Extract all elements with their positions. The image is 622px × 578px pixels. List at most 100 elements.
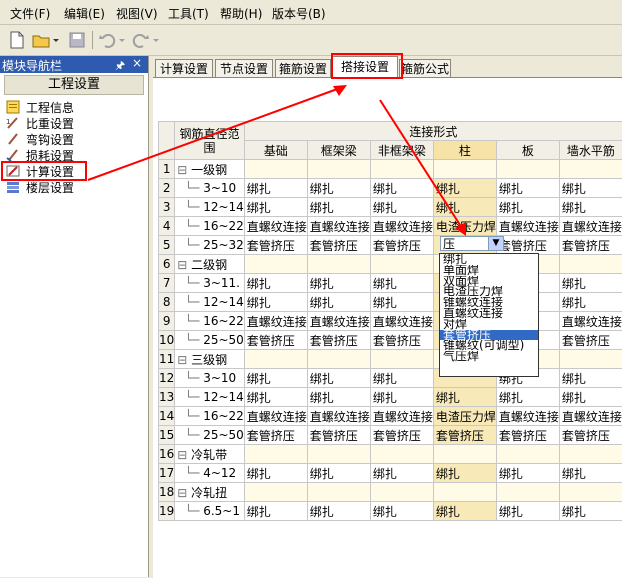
connection-cell[interactable] bbox=[244, 160, 307, 179]
connection-cell[interactable]: 直螺纹连接 bbox=[559, 407, 622, 426]
connection-cell[interactable]: 直螺纹连接 bbox=[370, 407, 433, 426]
nav-section-title[interactable]: 工程设置 bbox=[4, 75, 144, 95]
nav-item-calc-settings[interactable]: 计算设置 bbox=[6, 163, 146, 179]
connection-cell[interactable] bbox=[496, 160, 559, 179]
connection-cell[interactable]: 套管挤压 bbox=[370, 236, 433, 255]
connection-cell[interactable] bbox=[559, 350, 622, 369]
dropdown-option[interactable]: 对焊 bbox=[440, 319, 538, 330]
collapse-icon[interactable]: ⊟ bbox=[177, 353, 191, 367]
nav-item-loss[interactable]: 损耗设置 bbox=[6, 147, 146, 163]
connection-cell[interactable]: 套管挤压 bbox=[559, 236, 622, 255]
redo-icon[interactable] bbox=[132, 31, 150, 49]
open-folder-icon[interactable] bbox=[32, 31, 50, 49]
connection-cell[interactable]: 套管挤压 bbox=[307, 331, 370, 350]
connection-cell[interactable]: 绑扎 bbox=[559, 464, 622, 483]
connection-cell[interactable]: 绑扎 bbox=[307, 179, 370, 198]
connection-cell[interactable] bbox=[559, 483, 622, 502]
tab-node-settings[interactable]: 节点设置 bbox=[215, 59, 273, 77]
menu-version[interactable]: 版本号(B) bbox=[272, 5, 326, 22]
connection-cell[interactable]: 绑扎 bbox=[559, 293, 622, 312]
connection-cell[interactable]: 绑扎 bbox=[559, 274, 622, 293]
diameter-range-cell[interactable]: └─ 16~22 bbox=[175, 217, 245, 236]
connection-cell[interactable]: 直螺纹连接 bbox=[559, 217, 622, 236]
connection-cell[interactable] bbox=[244, 445, 307, 464]
connection-cell[interactable] bbox=[244, 350, 307, 369]
dropdown-option[interactable]: 绑扎 bbox=[440, 254, 538, 265]
connection-cell[interactable]: 绑扎 bbox=[559, 502, 622, 521]
connection-cell[interactable]: 直螺纹连接 bbox=[559, 312, 622, 331]
connection-cell[interactable]: 套管挤压 bbox=[496, 236, 559, 255]
diameter-range-cell[interactable]: └─ 3~10 bbox=[175, 369, 245, 388]
menu-help[interactable]: 帮助(H) bbox=[220, 5, 262, 22]
connection-cell[interactable]: 绑扎 bbox=[307, 388, 370, 407]
connection-cell[interactable]: 套管挤压 bbox=[307, 426, 370, 445]
connection-cell[interactable]: 绑扎 bbox=[433, 502, 496, 521]
chevron-down-icon[interactable] bbox=[118, 31, 126, 49]
tab-stirrup-formula[interactable]: 箍筋公式 bbox=[399, 59, 451, 77]
connection-cell[interactable] bbox=[433, 160, 496, 179]
connection-cell[interactable]: 绑扎 bbox=[244, 369, 307, 388]
connection-cell[interactable]: 绑扎 bbox=[496, 464, 559, 483]
diameter-range-cell[interactable]: └─ 3~10 bbox=[175, 179, 245, 198]
connection-cell[interactable]: 绑扎 bbox=[244, 274, 307, 293]
connection-cell[interactable] bbox=[559, 160, 622, 179]
dropdown-option[interactable]: 直螺纹连接 bbox=[440, 308, 538, 319]
diameter-range-cell[interactable]: └─ 4~12 bbox=[175, 464, 245, 483]
connection-cell[interactable]: 绑扎 bbox=[370, 179, 433, 198]
connection-cell[interactable] bbox=[370, 160, 433, 179]
connection-cell[interactable]: 绑扎 bbox=[307, 369, 370, 388]
connection-cell[interactable]: 绑扎 bbox=[307, 502, 370, 521]
diameter-range-cell[interactable]: └─ 12~14 bbox=[175, 388, 245, 407]
dropdown-option[interactable]: 双面焊 bbox=[440, 276, 538, 287]
collapse-icon[interactable]: ⊟ bbox=[177, 448, 191, 462]
connection-cell[interactable]: 直螺纹连接 bbox=[307, 312, 370, 331]
chevron-down-icon[interactable] bbox=[52, 31, 60, 49]
collapse-icon[interactable]: ⊟ bbox=[177, 163, 191, 177]
connection-cell[interactable]: 绑扎 bbox=[370, 502, 433, 521]
connection-cell[interactable] bbox=[307, 255, 370, 274]
connection-cell[interactable] bbox=[370, 445, 433, 464]
connection-cell[interactable] bbox=[307, 160, 370, 179]
connection-cell[interactable] bbox=[307, 483, 370, 502]
connection-cell[interactable]: 绑扎 bbox=[559, 369, 622, 388]
connection-cell[interactable] bbox=[370, 483, 433, 502]
connection-cell[interactable] bbox=[496, 445, 559, 464]
connection-cell[interactable]: 电渣压力焊 bbox=[433, 217, 496, 236]
dropdown-option[interactable]: 电渣压力焊 bbox=[440, 286, 538, 297]
connection-cell[interactable]: 直螺纹连接 bbox=[244, 217, 307, 236]
connection-cell[interactable]: 套管挤压 bbox=[244, 426, 307, 445]
connection-cell[interactable]: 绑扎 bbox=[307, 198, 370, 217]
connection-cell[interactable]: 直螺纹连接 bbox=[244, 312, 307, 331]
connection-cell[interactable]: 套管挤压 bbox=[433, 426, 496, 445]
tab-stirrup-settings[interactable]: 箍筋设置 bbox=[275, 59, 331, 77]
diameter-range-cell[interactable]: └─ 25~32 bbox=[175, 236, 245, 255]
undo-icon[interactable] bbox=[98, 31, 116, 49]
connection-cell[interactable]: 直螺纹连接 bbox=[370, 312, 433, 331]
nav-item-weight[interactable]: 1 比重设置 bbox=[6, 115, 146, 131]
menu-edit[interactable]: 编辑(E) bbox=[64, 5, 105, 22]
connection-cell[interactable]: 绑扎 bbox=[433, 388, 496, 407]
connection-cell[interactable]: 绑扎 bbox=[370, 369, 433, 388]
connection-cell[interactable] bbox=[244, 483, 307, 502]
nav-item-floor[interactable]: 楼层设置 bbox=[6, 179, 146, 195]
save-icon[interactable] bbox=[68, 31, 86, 49]
connection-cell[interactable]: 绑扎 bbox=[370, 293, 433, 312]
diameter-range-cell[interactable]: └─ 12~14 bbox=[175, 198, 245, 217]
connection-cell[interactable]: 绑扎 bbox=[370, 388, 433, 407]
connection-cell[interactable]: 绑扎 bbox=[433, 179, 496, 198]
tab-lap-settings[interactable]: 搭接设置 bbox=[332, 56, 398, 78]
connection-cell[interactable]: 绑扎 bbox=[307, 293, 370, 312]
dropdown-option[interactable]: 气压焊 bbox=[440, 351, 538, 362]
connection-cell[interactable] bbox=[370, 350, 433, 369]
connection-cell[interactable] bbox=[244, 255, 307, 274]
diameter-range-cell[interactable]: └─ 6.5~1 bbox=[175, 502, 245, 521]
collapse-icon[interactable]: ⊟ bbox=[177, 486, 191, 500]
tab-calc-settings[interactable]: 计算设置 bbox=[155, 59, 213, 77]
diameter-range-cell[interactable]: └─ 16~22 bbox=[175, 312, 245, 331]
connection-cell[interactable]: 绑扎 bbox=[244, 293, 307, 312]
connection-cell[interactable]: 绑扎 bbox=[244, 198, 307, 217]
connection-cell[interactable] bbox=[496, 483, 559, 502]
connection-cell[interactable]: 直螺纹连接 bbox=[244, 407, 307, 426]
connection-cell[interactable]: 套管挤压 bbox=[496, 426, 559, 445]
connection-cell[interactable]: 套管挤压 bbox=[244, 331, 307, 350]
